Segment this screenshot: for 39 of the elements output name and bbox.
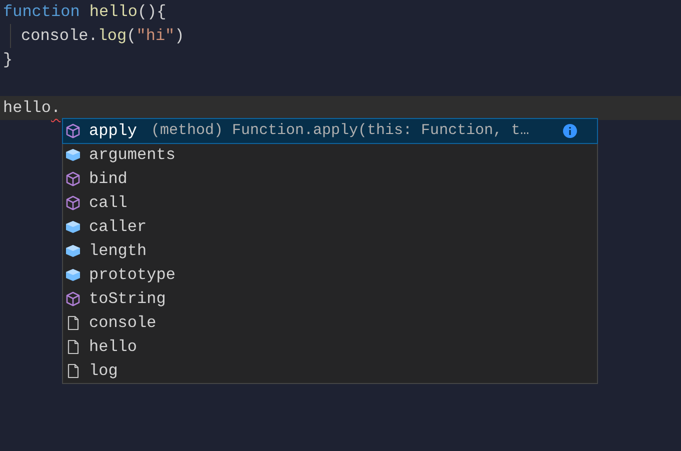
file-icon	[65, 363, 81, 379]
suggestion-item[interactable]: bind	[63, 167, 597, 191]
cube-icon	[65, 171, 81, 187]
info-icon	[563, 124, 577, 138]
suggestion-item[interactable]: caller	[63, 215, 597, 239]
suggestion-detail: (method) Function.apply(this: Function, t…	[151, 120, 530, 141]
suggestion-item[interactable]: prototype	[63, 263, 597, 287]
suggestion-label: prototype	[89, 265, 176, 286]
code-line: hello.	[3, 98, 61, 119]
cube-icon	[65, 123, 81, 139]
block-icon	[65, 267, 81, 283]
suggestion-item[interactable]: arguments	[63, 143, 597, 167]
suggestion-item[interactable]: length	[63, 239, 597, 263]
suggestion-label: bind	[89, 169, 128, 190]
suggestion-label: arguments	[89, 145, 176, 166]
block-icon	[65, 243, 81, 259]
suggestion-item[interactable]: console	[63, 311, 597, 335]
suggestion-label: apply	[89, 121, 138, 142]
suggestion-label: hello	[89, 337, 138, 358]
suggestion-label: call	[89, 193, 128, 214]
suggestion-label: toString	[89, 289, 166, 310]
suggestion-label: console	[89, 313, 156, 334]
suggestion-item[interactable]: call	[63, 191, 597, 215]
suggestion-label: length	[89, 241, 147, 262]
cube-icon	[65, 291, 81, 307]
code-line: console.log("hi")	[21, 26, 184, 47]
suggestion-label: caller	[89, 217, 147, 238]
cube-icon	[65, 195, 81, 211]
suggestion-item[interactable]: toString	[63, 287, 597, 311]
code-line: }	[3, 50, 13, 71]
suggestion-label: log	[89, 361, 118, 382]
file-icon	[65, 339, 81, 355]
suggestion-item[interactable]: log	[63, 359, 597, 383]
file-icon	[65, 315, 81, 331]
block-icon	[65, 219, 81, 235]
block-icon	[65, 147, 81, 163]
code-line: function hello(){	[3, 2, 166, 23]
suggestion-item[interactable]: apply (method) Function.apply(this: Function, t…	[63, 119, 597, 143]
suggestion-item[interactable]: hello	[63, 335, 597, 359]
